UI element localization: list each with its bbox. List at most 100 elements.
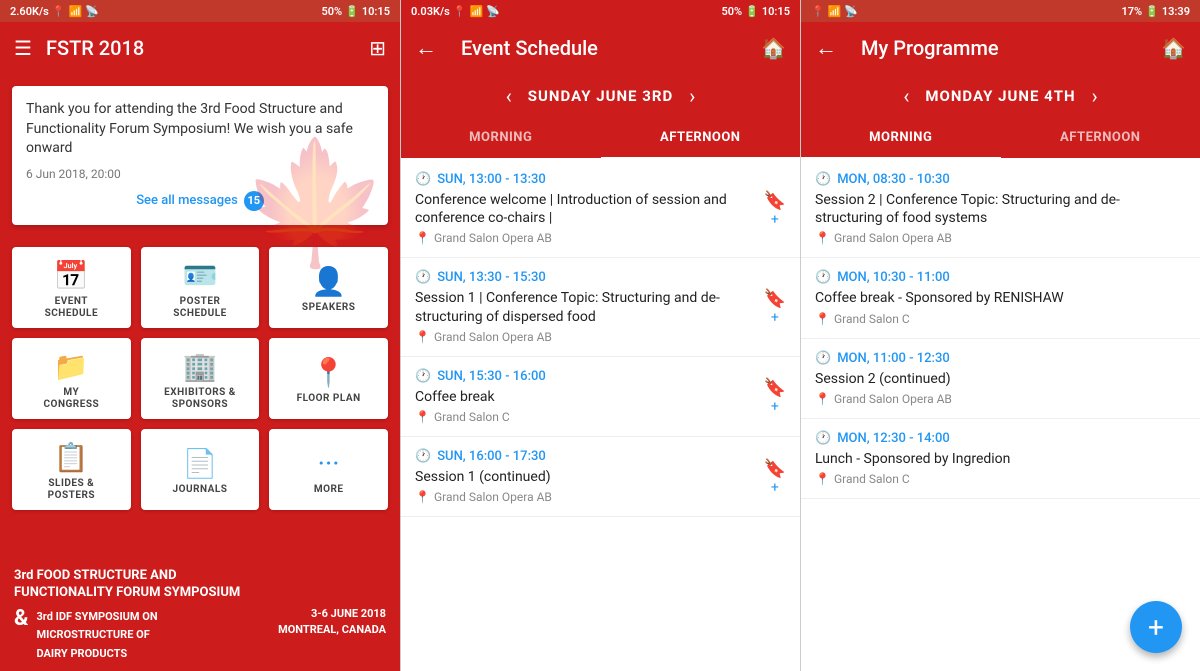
grid-btn-exhibitors[interactable]: 🏢 EXHIBITORS &SPONSORS (141, 338, 260, 419)
location-pin-icon: 📍 (415, 490, 430, 504)
event-location: Grand Salon C (834, 472, 910, 486)
clock-icon: 🕐 (415, 449, 431, 464)
grid-btn-floor-plan[interactable]: 📍 FLOOR PLAN (269, 338, 388, 419)
back-button-2[interactable]: ← (415, 35, 437, 61)
event-add-btn[interactable]: 🔖 + (764, 458, 786, 495)
event-time-row: 🕐 MON, 08:30 - 10:30 (815, 172, 1186, 187)
clock-icon: 🕐 (815, 172, 831, 187)
menu-icon-1[interactable]: ☰ (14, 36, 32, 60)
event-title: Session 2 | Conference Topic: Structurin… (815, 191, 1186, 227)
poster-schedule-label: POSTERSCHEDULE (173, 296, 227, 320)
more-icon: ··· (318, 447, 340, 480)
event-time-row: 🕐 MON, 10:30 - 11:00 (815, 270, 1186, 285)
event-location: Grand Salon Opera AB (834, 231, 952, 245)
see-all-link[interactable]: See all messages (136, 193, 238, 208)
grid-btn-slides-posters[interactable]: 📋 SLIDES &POSTERS (12, 429, 131, 510)
event-item: 🕐 SUN, 15:30 - 16:00 Coffee break 📍 Gran… (401, 357, 800, 437)
status-right-1: 50% 🔋 10:15 (321, 5, 390, 18)
event-location: Grand Salon Opera AB (434, 231, 552, 245)
bookmark-icon: 🔖 (764, 289, 786, 310)
fab-button[interactable]: + (1130, 601, 1182, 653)
floor-plan-label: FLOOR PLAN (297, 393, 361, 405)
grid-btn-more[interactable]: ··· MORE (269, 429, 388, 510)
battery-icon-1: 🔋 (345, 5, 359, 18)
message-card: Thank you for attending the 3rd Food Str… (12, 86, 388, 225)
grid-btn-journals[interactable]: 📄 JOURNALS (141, 429, 260, 510)
prev-date-3[interactable]: ‹ (903, 84, 909, 108)
battery-pct-3: 17% (1121, 5, 1142, 18)
event-location: Grand Salon Opera AB (434, 330, 552, 344)
event-item: 🕐 SUN, 13:30 - 15:30 Session 1 | Confere… (401, 258, 800, 356)
event-add-btn[interactable]: 🔖 + (764, 190, 786, 227)
status-bar-2: 0.03K/s 📍 📶 📡 50% 🔋 10:15 (401, 0, 800, 22)
app-bar-2: ← Event Schedule 🏠 (401, 22, 800, 74)
grid-btn-event-schedule[interactable]: 📅 EVENTSCHEDULE (12, 247, 131, 328)
exhibitors-label: EXHIBITORS &SPONSORS (164, 387, 236, 411)
event-location-row: 📍 Grand Salon C (815, 312, 1186, 326)
prev-date-2[interactable]: ‹ (506, 84, 512, 108)
event-time: MON, 11:00 - 12:30 (837, 351, 950, 366)
journals-label: JOURNALS (173, 484, 228, 496)
event-title: Session 1 (continued) (415, 468, 786, 486)
grid-icon-1[interactable]: ⊞ (369, 36, 386, 60)
grid-btn-speakers[interactable]: 👤 SPEAKERS (269, 247, 388, 328)
add-icon: + (771, 399, 779, 415)
menu-grid: 📅 EVENTSCHEDULE 🪪 POSTERSCHEDULE 👤 SPEAK… (12, 247, 388, 510)
signal-icon-1: 📶 (69, 5, 83, 18)
tab-morning-2[interactable]: MORNING (401, 118, 601, 158)
event-location: Grand Salon Opera AB (834, 392, 952, 406)
battery-pct-1: 50% (321, 5, 342, 18)
grid-btn-my-congress[interactable]: 📁 MYCONGRESS (12, 338, 131, 419)
battery-icon-3: 🔋 (1145, 5, 1159, 18)
location-icon-1: 📍 (52, 5, 66, 18)
location-pin-icon: 📍 (815, 472, 830, 486)
app-title-3: My Programme (861, 36, 1161, 60)
time-1: 10:15 (362, 5, 390, 18)
location-icon-2: 📍 (453, 5, 467, 18)
my-congress-icon: 📁 (54, 350, 89, 383)
wifi-icon-1: 📡 (85, 5, 99, 18)
location-pin-icon: 📍 (815, 392, 830, 406)
status-left-1: 2.60K/s 📍 📶 📡 (10, 5, 99, 18)
signal-icon-3: 📶 (828, 5, 842, 18)
event-schedule-icon: 📅 (54, 259, 89, 292)
panel1-footer: 3rd FOOD STRUCTURE AND FUNCTIONALITY FOR… (0, 556, 400, 671)
event-add-btn[interactable]: 🔖 + (764, 289, 786, 326)
event-time: SUN, 16:00 - 17:30 (437, 449, 546, 464)
status-bar-3: 📍 📶 📡 17% 🔋 13:39 (801, 0, 1200, 22)
event-location-row: 📍 Grand Salon Opera AB (815, 392, 1186, 406)
grid-btn-poster-schedule[interactable]: 🪪 POSTERSCHEDULE (141, 247, 260, 328)
status-right-2: 50% 🔋 10:15 (721, 5, 790, 18)
app-bar-1: ☰ FSTR 2018 ⊞ (0, 22, 400, 74)
app-title-2: Event Schedule (461, 36, 761, 60)
message-text: Thank you for attending the 3rd Food Str… (26, 100, 374, 159)
home-icon-2[interactable]: 🏠 (761, 36, 786, 60)
tab-morning-3[interactable]: MORNING (801, 118, 1001, 160)
wifi-icon-2: 📡 (486, 5, 500, 18)
footer-line4: MICROSTRUCTURE OF (36, 628, 157, 642)
clock-icon: 🕐 (415, 270, 431, 285)
event-time-row: 🕐 SUN, 13:00 - 13:30 (415, 172, 786, 187)
home-icon-3[interactable]: 🏠 (1161, 36, 1186, 60)
event-location: Grand Salon C (434, 410, 510, 424)
event-add-btn[interactable]: 🔖 + (764, 378, 786, 415)
event-title: Coffee break (415, 388, 786, 406)
event-item: 🕐 SUN, 16:00 - 17:30 Session 1 (continue… (401, 437, 800, 517)
event-time-row: 🕐 SUN, 16:00 - 17:30 (415, 449, 786, 464)
event-title: Coffee break - Sponsored by RENISHAW (815, 289, 1186, 307)
tab-afternoon-2[interactable]: AFTERNOON (601, 118, 801, 160)
event-location-row: 📍 Grand Salon C (415, 410, 786, 424)
journals-icon: 📄 (183, 447, 218, 480)
tab-afternoon-3[interactable]: AFTERNOON (1001, 118, 1200, 158)
back-button-3[interactable]: ← (815, 35, 837, 61)
panel1-content: 🍁 Thank you for attending the 3rd Food S… (0, 74, 400, 671)
event-location-row: 📍 Grand Salon Opera AB (415, 330, 786, 344)
wifi-icon-3: 📡 (844, 5, 858, 18)
tabs-bar-2: MORNING AFTERNOON (401, 118, 800, 160)
event-location-row: 📍 Grand Salon Opera AB (815, 231, 1186, 245)
event-time-row: 🕐 SUN, 15:30 - 16:00 (415, 369, 786, 384)
event-item: 🕐 MON, 12:30 - 14:00 Lunch - Sponsored b… (801, 419, 1200, 499)
event-list-3: 🕐 MON, 08:30 - 10:30 Session 2 | Confere… (801, 160, 1200, 671)
next-date-2[interactable]: › (689, 84, 695, 108)
next-date-3[interactable]: › (1092, 84, 1098, 108)
